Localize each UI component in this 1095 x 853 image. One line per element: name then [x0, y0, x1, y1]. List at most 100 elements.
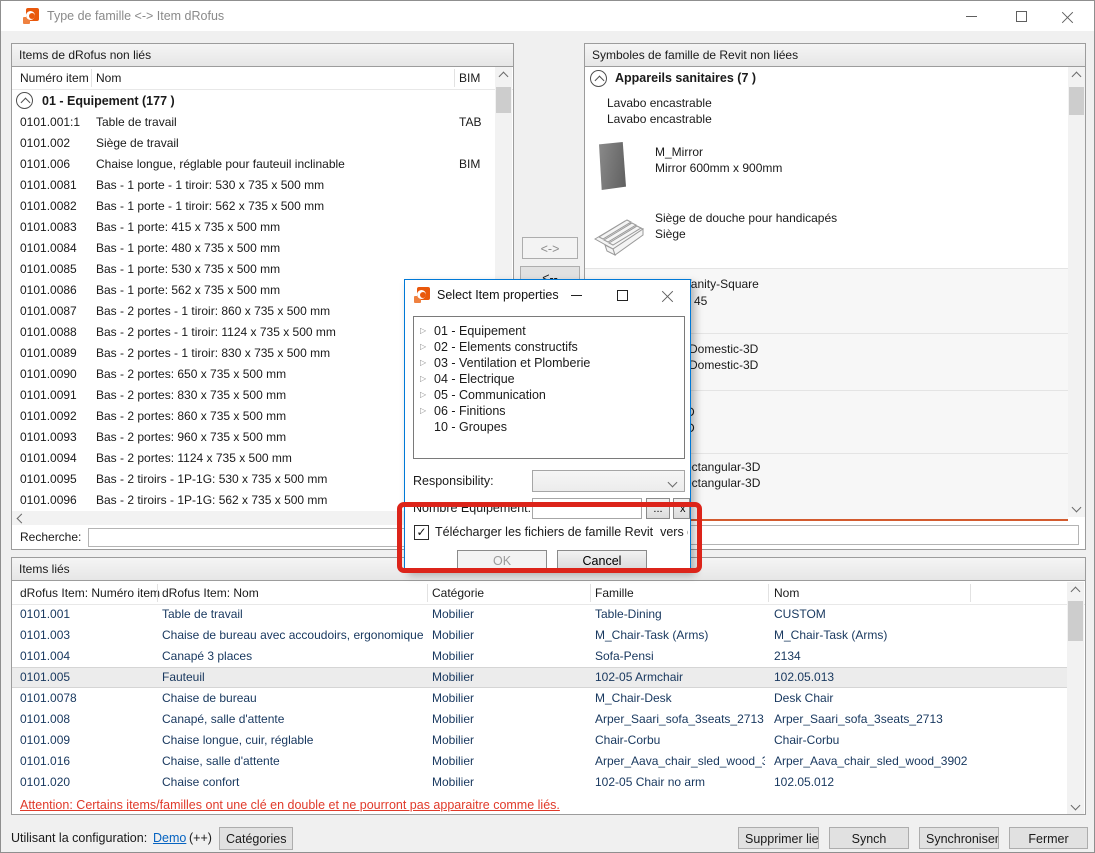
item-name: Chaise confort — [162, 772, 424, 793]
family-name: 102-05 Armchair — [595, 667, 765, 688]
item-name: Bas - 1 porte - 1 tiroir: 530 x 735 x 50… — [96, 175, 324, 196]
synch-button[interactable]: Synch — [829, 827, 909, 849]
minimize-button[interactable] — [949, 1, 994, 31]
column-categorie[interactable]: Catégorie — [432, 582, 484, 605]
table-row[interactable]: 0101.001:1Table de travailTAB — [12, 112, 495, 133]
right-vertical-scrollbar[interactable] — [1068, 67, 1085, 517]
mirror-preview-icon — [599, 142, 626, 190]
collapse-group-icon[interactable] — [590, 70, 607, 87]
family-entry[interactable]: M_Mirror Mirror 600mm x 900mm — [585, 131, 1068, 205]
expand-arrow-icon[interactable]: ▷ — [420, 371, 426, 387]
scroll-down-icon[interactable] — [1067, 798, 1084, 814]
item-category: Mobilier — [432, 667, 474, 688]
shower-seat-preview-icon — [591, 213, 647, 261]
browse-button[interactable]: ... — [646, 498, 670, 519]
config-demo-link[interactable]: Demo — [153, 823, 186, 853]
expand-arrow-icon[interactable]: ▷ — [420, 403, 426, 419]
scrollbar-thumb[interactable] — [1068, 601, 1083, 641]
close-button[interactable] — [1046, 1, 1091, 31]
column-drofus-numero[interactable]: dRofus Item: Numéro item — [20, 582, 160, 605]
scrollbar-thumb[interactable] — [496, 87, 511, 113]
dialog-maximize-button[interactable] — [606, 280, 640, 310]
scroll-up-icon[interactable] — [1068, 67, 1085, 84]
family-name: Arper_Aava_chair_sled_wood_3... — [595, 751, 765, 772]
scroll-down-icon[interactable] — [1068, 500, 1085, 517]
ok-button[interactable]: OK — [457, 550, 547, 571]
table-row[interactable]: 0101.0081 Bas - 1 porte - 1 tiroir: 530 x… — [12, 175, 495, 196]
table-row[interactable]: 0101.004Canapé 3 placesMobilierSofa-Pens… — [12, 646, 1067, 667]
tree-item[interactable]: ▷06 - Finitions — [414, 403, 684, 419]
expand-arrow-icon[interactable]: ▷ — [420, 323, 426, 339]
item-number: 0101.0091 — [20, 385, 77, 406]
responsibility-dropdown[interactable] — [532, 470, 685, 492]
cancel-button[interactable]: Cancel — [557, 550, 647, 571]
tree-item[interactable]: ▷01 - Equipement — [414, 323, 684, 339]
config-suffix: (++) — [189, 823, 212, 853]
dialog-close-button[interactable] — [652, 280, 686, 310]
item-name: Bas - 2 portes: 650 x 735 x 500 mm — [96, 364, 286, 385]
dialog-minimize-button[interactable] — [560, 280, 594, 310]
expand-arrow-icon[interactable]: ▷ — [420, 387, 426, 403]
tree-item[interactable]: ▷03 - Ventilation et Plomberie — [414, 355, 684, 371]
table-row[interactable]: 0101.001Table de travailMobilierTable-Di… — [12, 604, 1067, 625]
column-nom2[interactable]: Nom — [774, 582, 799, 605]
item-name: Bas - 2 portes: 1124 x 735 x 500 mm — [96, 448, 292, 469]
close-dialog-button[interactable]: Fermer — [1009, 827, 1088, 849]
right-group-row[interactable]: Appareils sanitaires (7 ) — [585, 67, 1085, 89]
clear-button[interactable]: x — [673, 498, 690, 519]
family-type: Lavabo encastrable — [607, 112, 712, 126]
table-row[interactable]: 0101.0082Bas - 1 porte - 1 tiroir: 562 x… — [12, 196, 495, 217]
scroll-up-icon[interactable] — [495, 67, 512, 84]
table-row[interactable]: 0101.020Chaise confortMobilier102-05 Cha… — [12, 772, 1067, 793]
table-row[interactable]: 0101.016Chaise, salle d'attenteMobilierA… — [12, 751, 1067, 772]
column-bim[interactable]: BIM — [459, 67, 480, 90]
upload-families-checkbox-label[interactable]: Télécharger les fichiers de famille Revi… — [435, 524, 688, 541]
nombre-equipement-input[interactable] — [532, 498, 642, 519]
table-row[interactable]: 0101.0083Bas - 1 porte: 415 x 735 x 500 … — [12, 217, 495, 238]
delete-link-button[interactable]: Supprimer lien — [738, 827, 819, 849]
tree-item[interactable]: ▷04 - Electrique — [414, 371, 684, 387]
family-entry[interactable]: Siège de douche pour handicapés Siège — [585, 205, 1068, 269]
column-famille[interactable]: Famille — [595, 582, 634, 605]
table-row-selected[interactable]: 0101.005FauteuilMobilier102-05 Armchair1… — [12, 667, 1067, 688]
table-row[interactable]: 0101.009Chaise longue, cuir, réglableMob… — [12, 730, 1067, 751]
tree-item[interactable]: 10 - Groupes — [414, 419, 684, 435]
table-row[interactable]: 0101.008Canapé, salle d'attenteMobilierA… — [12, 709, 1067, 730]
item-bim: BIM — [459, 154, 496, 175]
table-row[interactable]: 0101.0084Bas - 1 porte: 480 x 735 x 500 … — [12, 238, 495, 259]
table-row[interactable]: 0101.002Siège de travail — [12, 133, 495, 154]
table-row[interactable]: 0101.0078Chaise de bureauMobilierM_Chair… — [12, 688, 1067, 709]
column-nom[interactable]: Nom — [96, 67, 121, 90]
column-drofus-nom[interactable]: dRofus Item: Nom — [162, 582, 259, 605]
table-row[interactable]: 0101.003Chaise de bureau avec accoudoirs… — [12, 625, 1067, 646]
link-items-button[interactable]: <-> — [522, 237, 578, 259]
item-name: Bas - 2 portes - 1 tiroir: 830 x 735 x 5… — [96, 343, 330, 364]
family-entry[interactable]: Lavabo encastrable Lavabo encastrable — [585, 93, 1068, 131]
left-group-row[interactable]: 01 - Equipement (177 ) — [12, 90, 513, 112]
maximize-button[interactable] — [999, 1, 1044, 31]
collapse-group-icon[interactable] — [16, 92, 33, 109]
item-number: 0101.008 — [20, 709, 70, 730]
expand-arrow-icon[interactable]: ▷ — [420, 355, 426, 371]
column-numero-item[interactable]: Numéro item — [20, 67, 89, 90]
table-row[interactable]: 0101.006Chaise longue, réglable pour fau… — [12, 154, 495, 175]
linked-vertical-scrollbar[interactable] — [1067, 582, 1084, 814]
upload-families-checkbox[interactable]: ✓ — [414, 525, 429, 540]
item-name: Bas - 1 porte: 562 x 735 x 500 mm — [96, 280, 280, 301]
table-row[interactable]: 0101.0085Bas - 1 porte: 530 x 735 x 500 … — [12, 259, 495, 280]
tree-item[interactable]: ▷05 - Communication — [414, 387, 684, 403]
expand-arrow-icon[interactable]: ▷ — [420, 339, 426, 355]
scroll-left-icon[interactable] — [17, 514, 27, 524]
item-name: Bas - 2 portes: 860 x 735 x 500 mm — [96, 406, 286, 427]
scrollbar-thumb[interactable] — [1069, 87, 1084, 115]
close-icon — [662, 289, 674, 301]
tree-item[interactable]: ▷02 - Elements constructifs — [414, 339, 684, 355]
family-name: Lavabo encastrable — [607, 96, 712, 110]
item-number: 0101.0081 — [20, 175, 77, 196]
synchronize-all-button[interactable]: Synchroniser t — [919, 827, 999, 849]
categories-button[interactable]: Catégories — [219, 827, 293, 850]
scroll-up-icon[interactable] — [1067, 582, 1084, 599]
check-icon: ✓ — [416, 525, 426, 539]
item-name: Bas - 2 tiroirs - 1P-1G: 562 x 735 x 500… — [96, 490, 327, 511]
item-number: 0101.0078 — [20, 688, 77, 709]
